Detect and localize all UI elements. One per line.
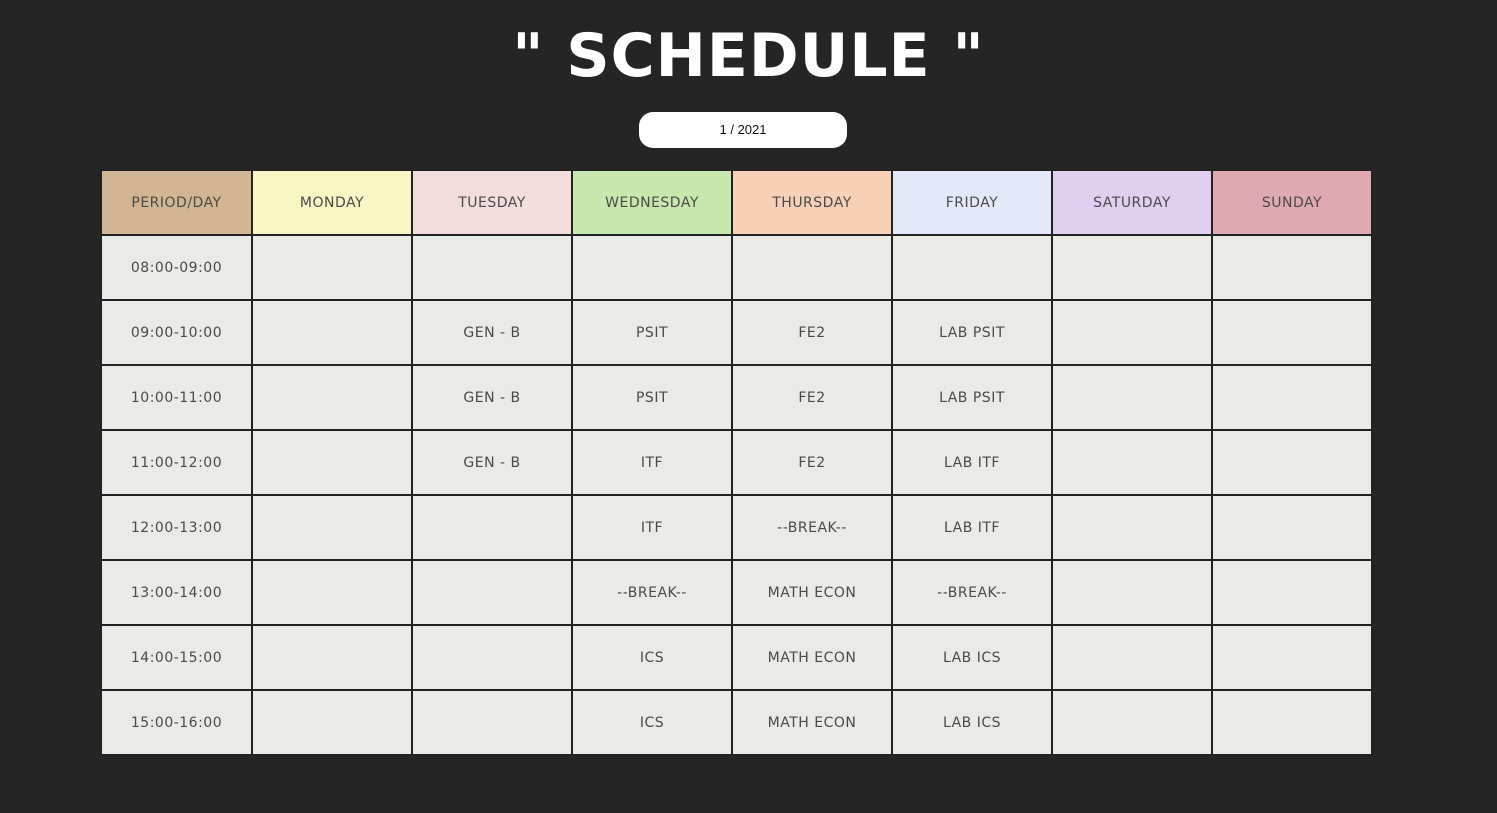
schedule-cell-tuesday: GEN - B [411, 429, 573, 496]
schedule-cell-wednesday: PSIT [571, 364, 733, 431]
table-row: 08:00-09:00 [100, 234, 1373, 301]
schedule-cell-thursday: MATH ECON [731, 559, 893, 626]
schedule-cell-saturday [1051, 364, 1213, 431]
schedule-cell-friday: LAB PSIT [891, 364, 1053, 431]
schedule-cell-sunday [1211, 494, 1373, 561]
schedule-cell-sunday [1211, 559, 1373, 626]
schedule-cell-tuesday: GEN - B [411, 364, 573, 431]
schedule-cell-saturday [1051, 689, 1213, 756]
table-row: 15:00-16:00 ICS MATH ECON LAB ICS [100, 689, 1373, 756]
schedule-cell-saturday [1051, 429, 1213, 496]
schedule-cell-sunday [1211, 689, 1373, 756]
schedule-cell-saturday [1051, 234, 1213, 301]
time-slot-cell: 13:00-14:00 [100, 559, 253, 626]
header-sunday: SUNDAY [1211, 169, 1373, 236]
header-thursday: THURSDAY [731, 169, 893, 236]
table-row: 13:00-14:00 --BREAK-- MATH ECON --BREAK-- [100, 559, 1373, 626]
schedule-cell-friday: LAB ICS [891, 624, 1053, 691]
schedule-cell-monday [251, 624, 413, 691]
time-slot-cell: 11:00-12:00 [100, 429, 253, 496]
schedule-cell-thursday: MATH ECON [731, 624, 893, 691]
schedule-cell-monday [251, 429, 413, 496]
time-slot-cell: 14:00-15:00 [100, 624, 253, 691]
schedule-cell-wednesday: --BREAK-- [571, 559, 733, 626]
schedule-cell-thursday: FE2 [731, 429, 893, 496]
schedule-cell-sunday [1211, 299, 1373, 366]
schedule-cell-friday: LAB ITF [891, 429, 1053, 496]
header-period-day: PERIOD/DAY [100, 169, 253, 236]
schedule-cell-sunday [1211, 624, 1373, 691]
schedule-cell-wednesday: ICS [571, 689, 733, 756]
schedule-cell-wednesday: ICS [571, 624, 733, 691]
schedule-cell-friday [891, 234, 1053, 301]
header-saturday: SATURDAY [1051, 169, 1213, 236]
schedule-cell-friday: LAB ICS [891, 689, 1053, 756]
time-slot-cell: 09:00-10:00 [100, 299, 253, 366]
period-selector[interactable]: 1 / 2021 [639, 112, 847, 148]
schedule-cell-monday [251, 299, 413, 366]
schedule-cell-saturday [1051, 624, 1213, 691]
time-slot-cell: 12:00-13:00 [100, 494, 253, 561]
schedule-cell-thursday [731, 234, 893, 301]
header-monday: MONDAY [251, 169, 413, 236]
schedule-cell-wednesday: ITF [571, 429, 733, 496]
page-title: " SCHEDULE " [512, 21, 985, 91]
table-row: 09:00-10:00 GEN - B PSIT FE2 LAB PSIT [100, 299, 1373, 366]
schedule-cell-saturday [1051, 494, 1213, 561]
table-row: 12:00-13:00 ITF --BREAK-- LAB ITF [100, 494, 1373, 561]
time-slot-cell: 08:00-09:00 [100, 234, 253, 301]
schedule-cell-friday: LAB PSIT [891, 299, 1053, 366]
schedule-cell-monday [251, 559, 413, 626]
schedule-cell-thursday: FE2 [731, 299, 893, 366]
time-slot-cell: 10:00-11:00 [100, 364, 253, 431]
schedule-cell-tuesday [411, 494, 573, 561]
schedule-cell-wednesday [571, 234, 733, 301]
header-friday: FRIDAY [891, 169, 1053, 236]
schedule-cell-saturday [1051, 559, 1213, 626]
schedule-cell-tuesday [411, 624, 573, 691]
schedule-cell-thursday: MATH ECON [731, 689, 893, 756]
schedule-cell-friday: LAB ITF [891, 494, 1053, 561]
schedule-cell-sunday [1211, 364, 1373, 431]
schedule-table: PERIOD/DAY MONDAY TUESDAY WEDNESDAY THUR… [100, 169, 1373, 756]
table-row: 11:00-12:00 GEN - B ITF FE2 LAB ITF [100, 429, 1373, 496]
schedule-cell-monday [251, 494, 413, 561]
header-wednesday: WEDNESDAY [571, 169, 733, 236]
schedule-cell-monday [251, 234, 413, 301]
header-row: PERIOD/DAY MONDAY TUESDAY WEDNESDAY THUR… [100, 169, 1373, 236]
schedule-cell-saturday [1051, 299, 1213, 366]
schedule-cell-monday [251, 689, 413, 756]
header-tuesday: TUESDAY [411, 169, 573, 236]
table-row: 10:00-11:00 GEN - B PSIT FE2 LAB PSIT [100, 364, 1373, 431]
schedule-cell-friday: --BREAK-- [891, 559, 1053, 626]
schedule-cell-monday [251, 364, 413, 431]
schedule-cell-tuesday: GEN - B [411, 299, 573, 366]
time-slot-cell: 15:00-16:00 [100, 689, 253, 756]
schedule-cell-wednesday: PSIT [571, 299, 733, 366]
schedule-cell-sunday [1211, 234, 1373, 301]
schedule-cell-tuesday [411, 559, 573, 626]
table-row: 14:00-15:00 ICS MATH ECON LAB ICS [100, 624, 1373, 691]
schedule-cell-wednesday: ITF [571, 494, 733, 561]
schedule-cell-thursday: FE2 [731, 364, 893, 431]
schedule-cell-tuesday [411, 234, 573, 301]
schedule-cell-thursday: --BREAK-- [731, 494, 893, 561]
schedule-cell-sunday [1211, 429, 1373, 496]
schedule-cell-tuesday [411, 689, 573, 756]
